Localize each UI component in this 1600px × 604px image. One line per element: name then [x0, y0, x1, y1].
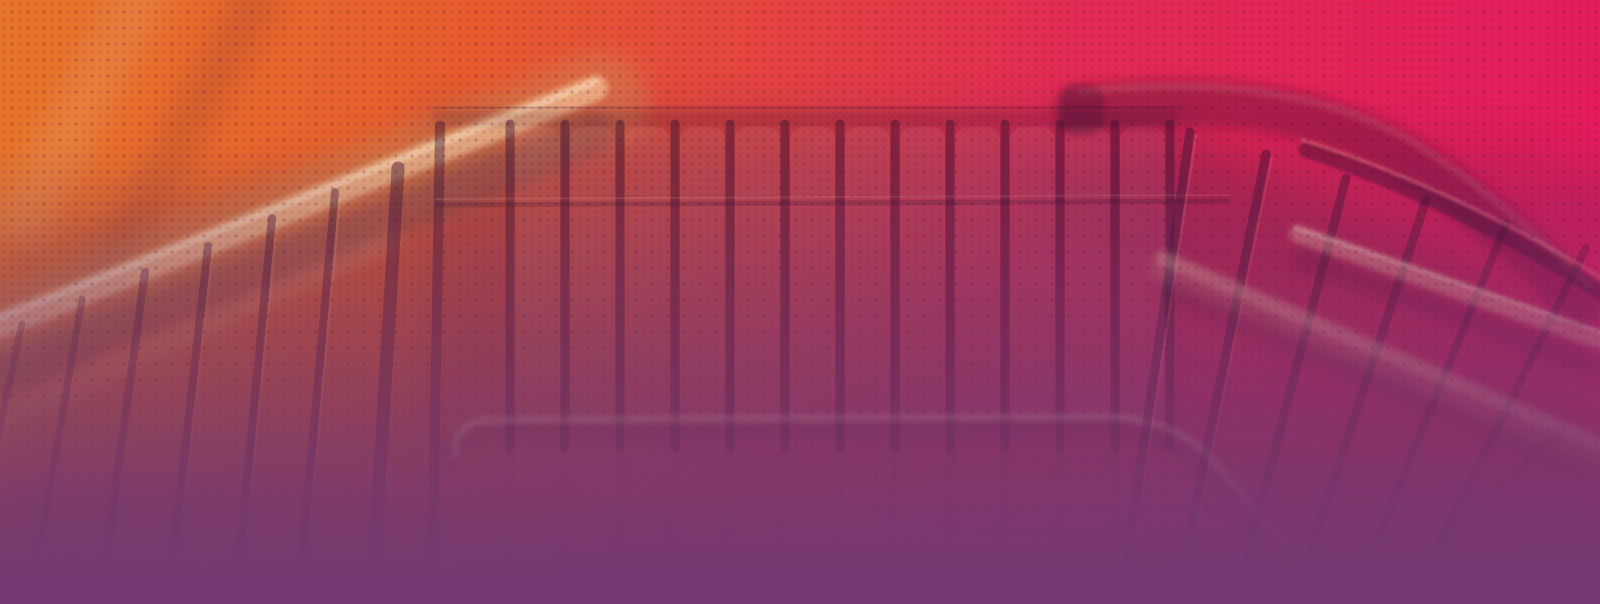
- gradient-bottom-fade: [0, 0, 1600, 604]
- hero-banner: [0, 0, 1600, 604]
